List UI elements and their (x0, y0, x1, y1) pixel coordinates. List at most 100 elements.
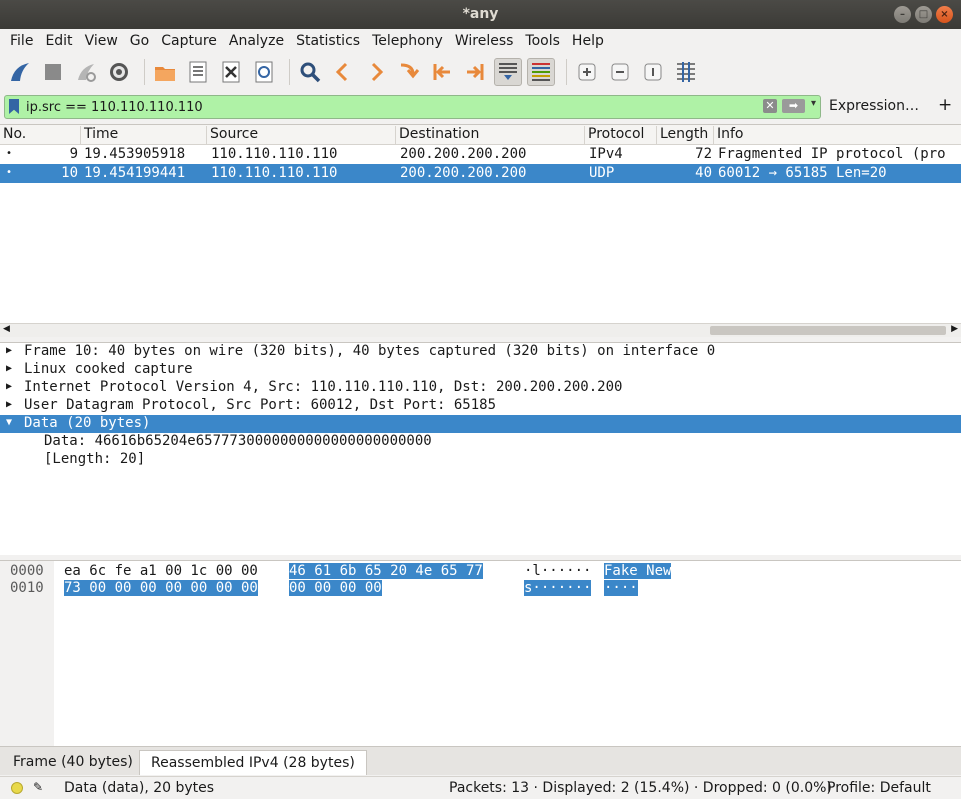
tab-reassembled-ipv4[interactable]: Reassembled IPv4 (28 bytes) (139, 750, 367, 775)
bookmark-icon[interactable] (9, 99, 19, 114)
packet-list-header: No. Time Source Destination Protocol Len… (0, 125, 961, 145)
hex-bytes-highlighted[interactable]: 46 61 6b 65 20 4e 65 77 (289, 563, 483, 579)
open-file-icon[interactable] (151, 58, 179, 86)
packet-no: 9 (69, 146, 78, 162)
detail-text: Data: 46616b65204e6577730000000000000000… (44, 433, 432, 449)
go-back-icon[interactable] (329, 58, 357, 86)
go-to-packet-icon[interactable] (395, 58, 423, 86)
close-button[interactable]: × (936, 6, 953, 23)
add-filter-button[interactable]: + (938, 95, 952, 115)
packet-length: 72 (695, 146, 712, 162)
menu-telephony[interactable]: Telephony (366, 33, 449, 49)
clear-filter-icon[interactable]: ✕ (763, 99, 777, 113)
save-file-icon[interactable] (184, 58, 212, 86)
packet-row-selected[interactable]: • 10 19.454199441 110.110.110.110 200.20… (0, 164, 961, 183)
stop-capture-icon[interactable] (39, 58, 67, 86)
start-capture-icon[interactable] (6, 58, 34, 86)
go-first-packet-icon[interactable] (428, 58, 456, 86)
edit-comment-icon[interactable]: ✎ (33, 780, 43, 794)
column-protocol[interactable]: Protocol (585, 126, 657, 144)
zoom-in-icon[interactable] (573, 58, 601, 86)
expand-arrow-icon[interactable]: ▶ (6, 381, 12, 392)
ascii-bytes-highlighted[interactable]: ···· (604, 580, 638, 596)
minimize-button[interactable]: – (894, 6, 911, 23)
expert-info-icon[interactable] (11, 782, 23, 794)
hex-bytes-highlighted[interactable]: 00 00 00 00 (289, 580, 382, 596)
ascii-bytes-highlighted[interactable]: Fake New (604, 563, 672, 579)
menu-edit[interactable]: Edit (39, 33, 78, 49)
menu-help[interactable]: Help (566, 33, 610, 49)
column-no[interactable]: No. (0, 126, 81, 144)
ascii-bytes[interactable]: ·l······ (524, 563, 591, 579)
expand-arrow-icon[interactable]: ▶ (6, 363, 12, 374)
expand-arrow-icon[interactable]: ▶ (6, 399, 12, 410)
go-forward-icon[interactable] (362, 58, 390, 86)
tab-frame[interactable]: Frame (40 bytes) (2, 750, 144, 775)
display-filter-input[interactable] (26, 97, 758, 117)
packet-no: 10 (61, 165, 78, 181)
scroll-left-icon[interactable]: ◀ (3, 324, 10, 334)
find-packet-icon[interactable] (296, 58, 324, 86)
status-profile[interactable]: Profile: Default (827, 780, 931, 796)
capture-options-icon[interactable] (105, 58, 133, 86)
column-source[interactable]: Source (207, 126, 396, 144)
menu-analyze[interactable]: Analyze (223, 33, 290, 49)
scrollbar-thumb[interactable] (710, 326, 946, 335)
packet-destination: 200.200.200.200 (400, 165, 527, 181)
menu-capture[interactable]: Capture (155, 33, 223, 49)
normal-size-icon[interactable] (639, 58, 667, 86)
packet-list-horizontal-scrollbar[interactable]: ◀ ▶ (0, 323, 961, 337)
window-titlebar: *any – □ × (0, 0, 961, 29)
packet-time: 19.454199441 (84, 165, 186, 181)
window-title: *any (462, 6, 499, 22)
column-time[interactable]: Time (81, 126, 207, 144)
menu-view[interactable]: View (79, 33, 124, 49)
packet-info: 60012 → 65185 Len=20 (718, 165, 887, 181)
byte-offset: 0000 (10, 563, 44, 579)
column-destination[interactable]: Destination (396, 126, 585, 144)
detail-tree-item-data-length[interactable]: [Length: 20] (0, 451, 961, 469)
go-last-packet-icon[interactable] (461, 58, 489, 86)
hex-bytes-highlighted[interactable]: 73 00 00 00 00 00 00 00 (64, 580, 258, 596)
menu-statistics[interactable]: Statistics (290, 33, 366, 49)
detail-tree-item-data[interactable]: ▼ Data (20 bytes) (0, 415, 961, 433)
expand-arrow-icon[interactable]: ▶ (6, 345, 12, 356)
menu-tools[interactable]: Tools (519, 33, 566, 49)
scroll-right-icon[interactable]: ▶ (951, 324, 958, 334)
detail-tree-item-data-bytes[interactable]: Data: 46616b65204e6577730000000000000000… (0, 433, 961, 451)
detail-tree-item-linux-cooked[interactable]: ▶ Linux cooked capture (0, 361, 961, 379)
menu-wireless[interactable]: Wireless (449, 33, 520, 49)
restart-capture-icon[interactable] (72, 58, 100, 86)
detail-tree-item-ipv4[interactable]: ▶ Internet Protocol Version 4, Src: 110.… (0, 379, 961, 397)
collapse-arrow-icon[interactable]: ▼ (6, 417, 12, 428)
maximize-button[interactable]: □ (915, 6, 932, 23)
apply-filter-icon[interactable]: ➡ (782, 99, 805, 113)
detail-text: Linux cooked capture (24, 361, 193, 377)
column-length[interactable]: Length (657, 126, 714, 144)
menu-file[interactable]: File (4, 33, 39, 49)
filter-history-dropdown-icon[interactable]: ▾ (811, 98, 816, 109)
status-selected-field: Data (data), 20 bytes (64, 780, 215, 796)
zoom-out-icon[interactable] (606, 58, 634, 86)
expression-button[interactable]: Expression… (829, 98, 919, 114)
reload-file-icon[interactable] (250, 58, 278, 86)
display-filter-bar: ✕ ➡ ▾ Expression… + (0, 93, 961, 121)
detail-tree-item-frame[interactable]: ▶ Frame 10: 40 bytes on wire (320 bits),… (0, 343, 961, 361)
packet-row[interactable]: • 9 19.453905918 110.110.110.110 200.200… (0, 145, 961, 164)
offset-column: 0000 0010 (0, 561, 54, 747)
autoscroll-icon[interactable] (494, 58, 522, 86)
colorize-icon[interactable] (527, 58, 555, 86)
packet-details-pane: ▶ Frame 10: 40 bytes on wire (320 bits),… (0, 342, 961, 555)
resize-columns-icon[interactable] (672, 58, 700, 86)
menu-go[interactable]: Go (124, 33, 155, 49)
column-info[interactable]: Info (714, 126, 961, 144)
display-filter-box: ✕ ➡ ▾ (4, 95, 821, 119)
detail-text: Frame 10: 40 bytes on wire (320 bits), 4… (24, 343, 716, 359)
close-file-icon[interactable] (217, 58, 245, 86)
hex-bytes[interactable]: ea 6c fe a1 00 1c 00 00 (64, 563, 258, 579)
row-marker: • (6, 167, 13, 178)
ascii-bytes-highlighted[interactable]: s······· (524, 580, 592, 596)
bytes-tabs: Frame (40 bytes) Reassembled IPv4 (28 by… (0, 746, 961, 775)
byte-offset: 0010 (10, 580, 44, 596)
detail-tree-item-udp[interactable]: ▶ User Datagram Protocol, Src Port: 6001… (0, 397, 961, 415)
